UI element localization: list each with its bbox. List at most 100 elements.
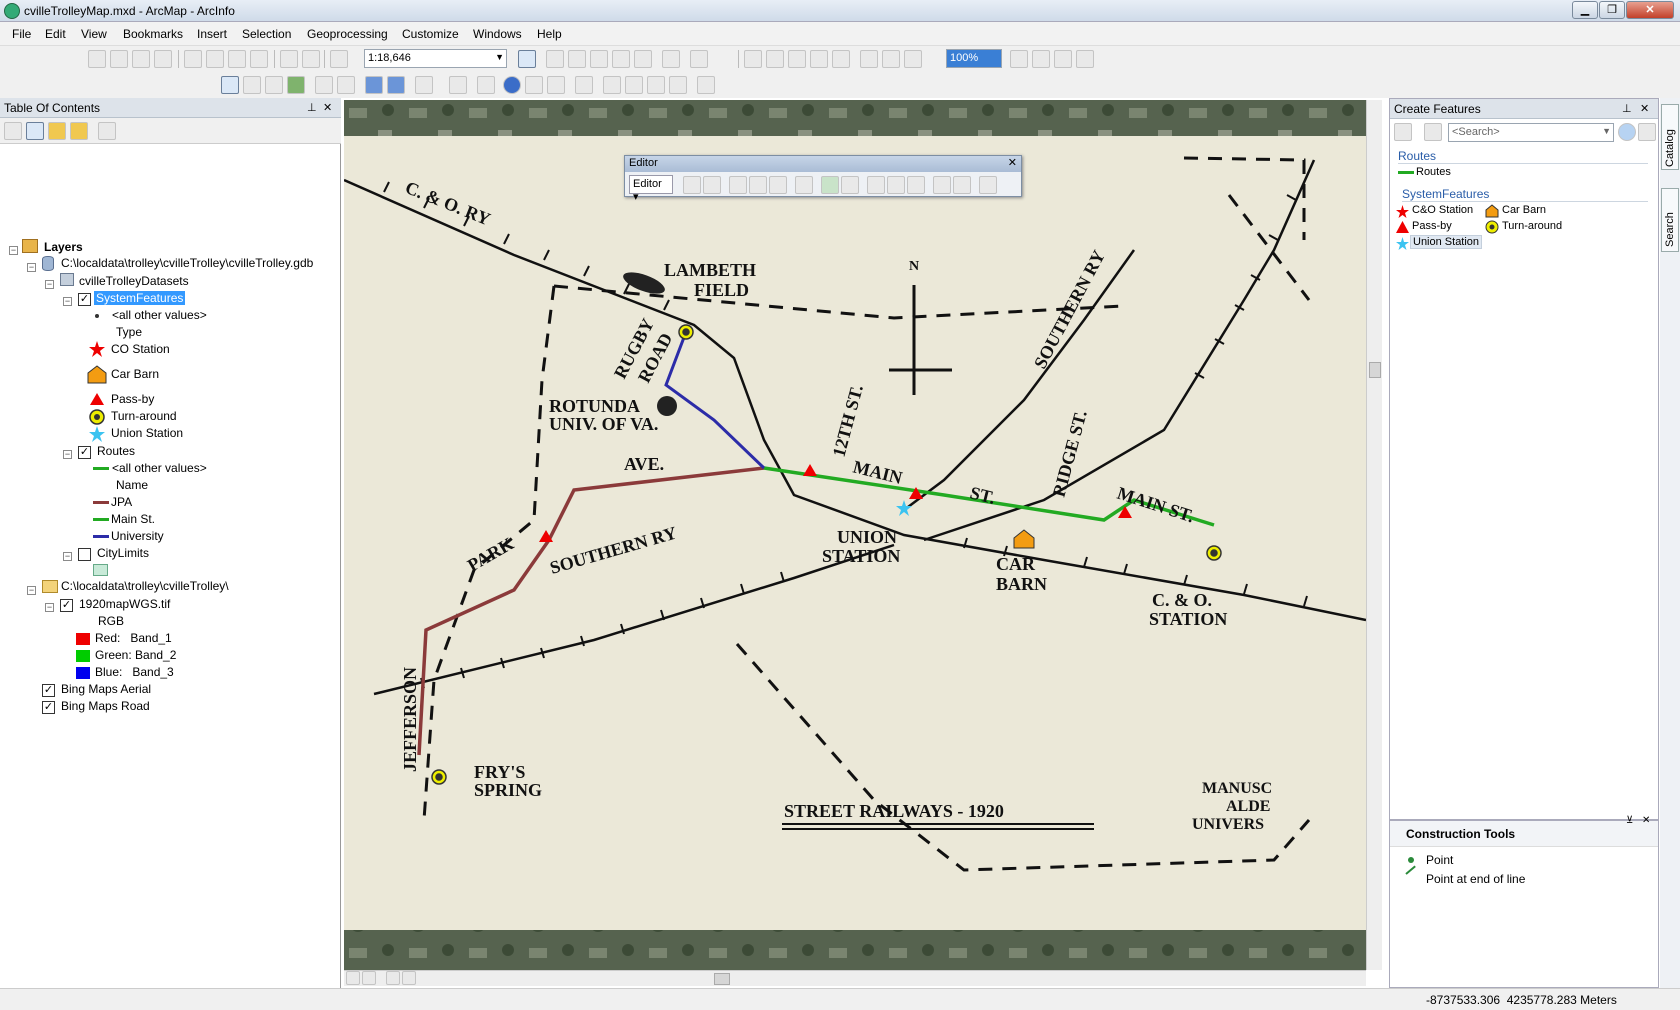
- map-horizontal-scrollbar[interactable]: [344, 970, 1366, 986]
- bing-aerial-layer[interactable]: Bing Maps Aerial: [61, 682, 151, 696]
- pause-drawing-icon[interactable]: [402, 971, 416, 985]
- html-popup-icon[interactable]: [525, 76, 543, 94]
- menu-file[interactable]: File: [12, 27, 31, 41]
- menu-geoprocessing[interactable]: Geoprocessing: [307, 27, 388, 41]
- select-elements-icon[interactable]: [477, 76, 495, 94]
- citylimits-layer[interactable]: CityLimits: [97, 546, 149, 560]
- create-features-icon[interactable]: [979, 176, 997, 194]
- layout-zoom-combo[interactable]: 100%: [946, 49, 1002, 68]
- fixed-zoom-in-icon[interactable]: [315, 76, 333, 94]
- reshape-icon[interactable]: [841, 176, 859, 194]
- toc-options-icon[interactable]: [98, 122, 116, 140]
- menu-view[interactable]: View: [81, 27, 107, 41]
- layout-view-icon[interactable]: [362, 971, 376, 985]
- arctoolbox-icon[interactable]: [612, 50, 630, 68]
- clear-search-icon[interactable]: [1638, 123, 1656, 141]
- split-tool-icon[interactable]: [887, 176, 905, 194]
- pin-icon[interactable]: ⊥: [1622, 102, 1632, 115]
- whats-this-icon[interactable]: [690, 50, 708, 68]
- hscroll-thumb[interactable]: [714, 973, 730, 985]
- close-icon[interactable]: ✕: [1640, 102, 1649, 115]
- gdb-path[interactable]: C:\localdata\trolley\cvilleTrolley\cvill…: [61, 256, 313, 270]
- template-turnaround[interactable]: Turn-around: [1502, 220, 1562, 232]
- measure-icon[interactable]: [575, 76, 593, 94]
- edit-tool-icon[interactable]: [683, 176, 701, 194]
- menu-edit[interactable]: Edit: [45, 27, 66, 41]
- sketch-properties-icon[interactable]: [953, 176, 971, 194]
- search-window-icon[interactable]: [590, 50, 608, 68]
- new-icon[interactable]: [88, 50, 106, 68]
- catalog-tab[interactable]: Catalog: [1661, 104, 1679, 170]
- list-by-drawing-order-icon[interactable]: [4, 122, 22, 140]
- menu-insert[interactable]: Insert: [197, 27, 227, 41]
- dataset-name[interactable]: cvilleTrolleyDatasets: [79, 274, 189, 288]
- expand-dataset[interactable]: −: [45, 280, 54, 289]
- full-extent-icon[interactable]: [287, 76, 305, 94]
- systemfeatures-checkbox[interactable]: ✓: [78, 293, 91, 306]
- map-vertical-scrollbar[interactable]: [1366, 100, 1382, 970]
- minimize-button[interactable]: ▁: [1572, 1, 1598, 19]
- select-features-icon[interactable]: [415, 76, 433, 94]
- data-view-icon[interactable]: [346, 971, 360, 985]
- identify-icon[interactable]: [503, 76, 521, 94]
- menu-customize[interactable]: Customize: [402, 27, 459, 41]
- expand-layers[interactable]: −: [9, 246, 18, 255]
- endpoint-arc-icon[interactable]: [749, 176, 767, 194]
- routes-layer[interactable]: Routes: [97, 444, 135, 458]
- zoom-out-icon[interactable]: [243, 76, 261, 94]
- template-search-input[interactable]: <Search> ▼: [1448, 123, 1614, 142]
- attributes-icon[interactable]: [933, 176, 951, 194]
- folder-path[interactable]: C:\localdata\trolley\cvilleTrolley\: [61, 579, 229, 593]
- editor-toolbar-icon[interactable]: [518, 50, 536, 68]
- zoom-in-icon[interactable]: [221, 76, 239, 94]
- print-icon[interactable]: [154, 50, 172, 68]
- delete-icon[interactable]: [250, 50, 268, 68]
- raster-layer[interactable]: 1920mapWGS.tif: [79, 597, 170, 611]
- map-view[interactable]: C. & O. RY LAMBETH FIELD RUGBY ROAD ROTU…: [344, 100, 1366, 982]
- close-icon[interactable]: ✕: [323, 101, 332, 114]
- edit-annotation-icon[interactable]: [703, 176, 721, 194]
- go-to-xy-icon[interactable]: [647, 76, 665, 94]
- rotate-icon[interactable]: [907, 176, 925, 194]
- menu-selection[interactable]: Selection: [242, 27, 291, 41]
- pan-icon[interactable]: [265, 76, 283, 94]
- close-icon[interactable]: ✕: [1008, 156, 1017, 169]
- template-routes[interactable]: Routes: [1416, 166, 1451, 178]
- close-button[interactable]: ✕: [1626, 1, 1674, 19]
- time-slider-icon[interactable]: [669, 76, 687, 94]
- list-by-source-icon[interactable]: [26, 122, 44, 140]
- template-union-station[interactable]: Union Station: [1410, 235, 1483, 249]
- tool-point-end-of-line[interactable]: Point at end of line: [1426, 872, 1525, 886]
- vscroll-thumb[interactable]: [1369, 362, 1381, 378]
- search-icon[interactable]: [1618, 123, 1636, 141]
- previous-extent-icon[interactable]: [365, 76, 383, 94]
- restore-button[interactable]: ❐: [1599, 1, 1625, 19]
- menu-bookmarks[interactable]: Bookmarks: [123, 27, 183, 41]
- raster-checkbox[interactable]: ✓: [60, 599, 73, 612]
- pin-icon[interactable]: ⊥: [307, 101, 317, 114]
- organize-templates-icon[interactable]: [1394, 123, 1412, 141]
- routes-checkbox[interactable]: ✓: [78, 446, 91, 459]
- menu-windows[interactable]: Windows: [473, 27, 522, 41]
- template-pass-by[interactable]: Pass-by: [1412, 220, 1452, 232]
- citylimits-checkbox[interactable]: [78, 548, 91, 561]
- find-icon[interactable]: [603, 76, 621, 94]
- next-extent-icon[interactable]: [387, 76, 405, 94]
- expand-citylimits[interactable]: −: [63, 552, 72, 561]
- fixed-zoom-out-icon[interactable]: [337, 76, 355, 94]
- add-data-icon[interactable]: [330, 50, 348, 68]
- python-window-icon[interactable]: [634, 50, 652, 68]
- template-co-station[interactable]: C&O Station: [1412, 204, 1473, 216]
- tool-point[interactable]: Point: [1426, 853, 1453, 867]
- template-filter-icon[interactable]: [1424, 123, 1442, 141]
- expand-raster[interactable]: −: [45, 603, 54, 612]
- bing-aerial-checkbox[interactable]: ✓: [42, 684, 55, 697]
- list-by-visibility-icon[interactable]: [48, 122, 66, 140]
- expand-routes[interactable]: −: [63, 450, 72, 459]
- hyperlink-icon[interactable]: [547, 76, 565, 94]
- expand-folder[interactable]: −: [27, 586, 36, 595]
- open-icon[interactable]: [110, 50, 128, 68]
- cut-polygons-icon[interactable]: [867, 176, 885, 194]
- collapse-icon[interactable]: ⊻: [1626, 815, 1633, 826]
- bing-road-checkbox[interactable]: ✓: [42, 701, 55, 714]
